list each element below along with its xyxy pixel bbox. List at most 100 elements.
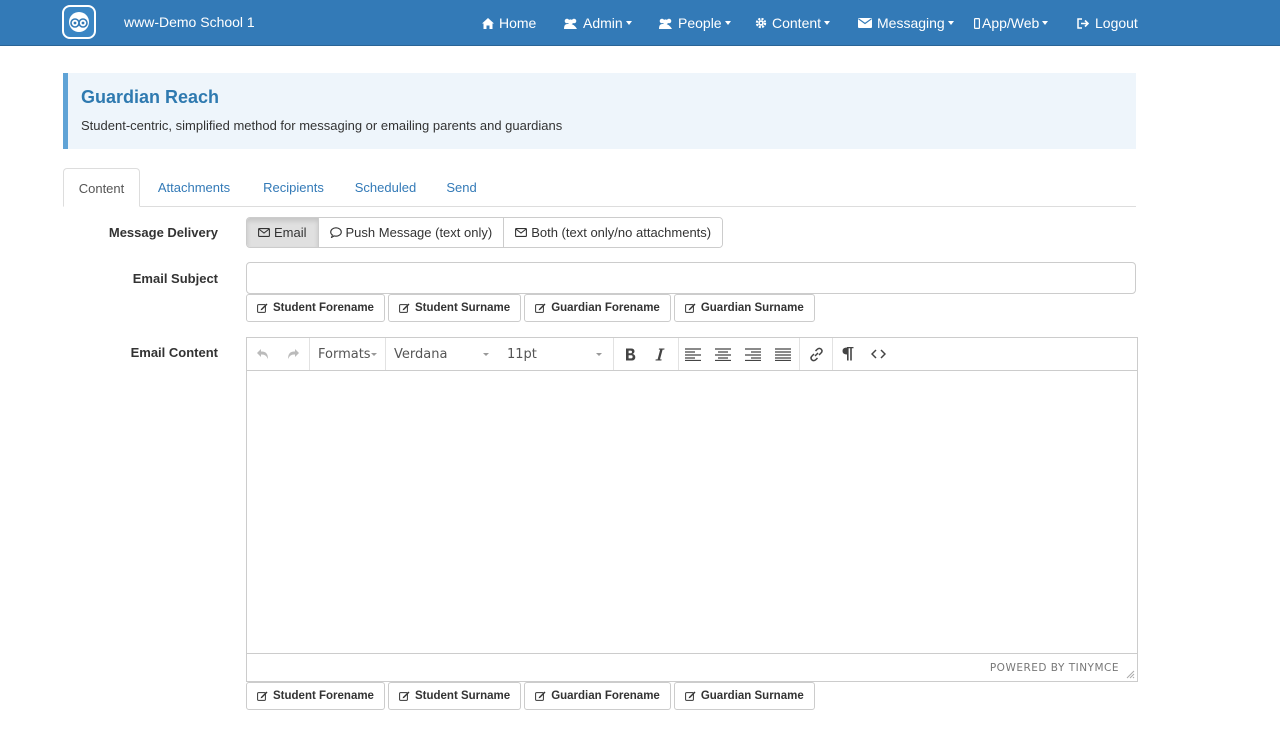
- nav-logout-label: Logout: [1095, 15, 1138, 31]
- school-logo-icon[interactable]: [62, 5, 96, 39]
- subject-token-student-forename[interactable]: Student Forename: [246, 294, 385, 322]
- tab-attachments[interactable]: Attachments: [146, 168, 242, 207]
- nav-admin-label: Admin: [583, 15, 623, 31]
- resize-handle-icon[interactable]: [1125, 669, 1135, 679]
- edit-icon: [399, 691, 410, 701]
- align-right-icon: [745, 347, 761, 361]
- align-justify-button[interactable]: [771, 343, 795, 365]
- italic-icon: [655, 348, 665, 360]
- nav-home-label: Home: [499, 15, 537, 31]
- chevron-down-icon: [596, 353, 602, 356]
- logout-icon: [1077, 17, 1090, 29]
- tab-send[interactable]: Send: [436, 168, 487, 207]
- message-delivery-label: Message Delivery: [108, 225, 218, 240]
- edit-icon: [257, 303, 268, 313]
- paragraph-icon: [842, 347, 854, 361]
- gear-icon: [755, 17, 767, 29]
- token-label: Guardian Surname: [700, 690, 804, 702]
- page-title: Guardian Reach: [81, 87, 220, 107]
- home-icon: [482, 17, 494, 29]
- nav-app-web-label: App/Web: [982, 15, 1040, 31]
- token-label: Student Surname: [414, 690, 511, 702]
- source-code-button[interactable]: [866, 343, 890, 365]
- italic-button[interactable]: [648, 343, 672, 365]
- code-icon: [870, 349, 886, 359]
- content-token-student-surname[interactable]: Student Surname: [387, 682, 522, 710]
- content-token-row: Student Forename Student Surname Guardia…: [246, 682, 818, 710]
- tab-content[interactable]: Content: [63, 168, 140, 207]
- comment-icon: [329, 227, 342, 238]
- token-label: Student Surname: [414, 302, 511, 314]
- show-blocks-button[interactable]: [836, 343, 860, 365]
- email-content-label: Email Content: [130, 345, 218, 360]
- content-token-guardian-surname[interactable]: Guardian Surname: [673, 682, 815, 710]
- content-token-student-forename[interactable]: Student Forename: [246, 682, 385, 710]
- delivery-both-button[interactable]: Both (text only/no attachments): [504, 218, 723, 247]
- bold-button[interactable]: [618, 343, 642, 365]
- envelope-icon: [258, 228, 270, 237]
- align-left-icon: [685, 347, 701, 361]
- envelope-icon: [515, 228, 528, 237]
- tab-scheduled[interactable]: Scheduled: [345, 168, 426, 207]
- chevron-down-icon: [824, 21, 831, 25]
- align-left-button[interactable]: [681, 343, 705, 365]
- edit-icon: [684, 691, 696, 701]
- nav-home[interactable]: Home: [482, 0, 536, 46]
- chevron-down-icon: [371, 353, 377, 356]
- nav-content[interactable]: Content: [755, 0, 831, 46]
- delivery-button-group: Email Push Message (text only) Both (tex…: [246, 217, 724, 248]
- page-header-panel: Guardian Reach Student-centric, simplifi…: [63, 73, 1136, 149]
- delivery-push-label: Push Message (text only): [345, 225, 493, 240]
- delivery-email-button[interactable]: Email: [247, 218, 319, 247]
- nav-people[interactable]: People: [658, 0, 731, 46]
- redo-button[interactable]: [281, 343, 305, 365]
- subject-token-guardian-forename[interactable]: Guardian Forename: [524, 294, 671, 322]
- redo-icon: [288, 349, 299, 359]
- email-content-editor[interactable]: Formats Verdana 11pt POWERED BY TINYMCE: [246, 337, 1138, 682]
- token-label: Student Forename: [273, 302, 374, 314]
- align-right-button[interactable]: [741, 343, 765, 365]
- editor-toolbar: Formats Verdana 11pt: [247, 338, 1137, 371]
- align-justify-icon: [775, 347, 791, 361]
- align-center-icon: [715, 347, 731, 361]
- bold-icon: [625, 348, 635, 360]
- nav-logout[interactable]: Logout: [1077, 0, 1138, 46]
- edit-icon: [257, 691, 268, 701]
- nav-messaging-label: Messaging: [877, 15, 945, 31]
- envelope-icon: [858, 18, 872, 28]
- delivery-both-label: Both (text only/no attachments): [531, 225, 712, 240]
- edit-icon: [535, 303, 546, 313]
- formats-dropdown[interactable]: Formats: [318, 347, 371, 362]
- subject-token-row: Student Forename Student Surname Guardia…: [246, 294, 818, 322]
- email-subject-input[interactable]: [246, 262, 1136, 294]
- align-center-button[interactable]: [711, 343, 735, 365]
- edit-icon: [399, 303, 410, 313]
- undo-button[interactable]: [251, 343, 275, 365]
- nav-app-web[interactable]: App/Web: [974, 0, 1049, 46]
- delivery-push-button[interactable]: Push Message (text only): [318, 218, 505, 247]
- link-button[interactable]: [804, 343, 828, 365]
- delivery-email-label: Email: [274, 225, 307, 240]
- tab-recipients[interactable]: Recipients: [252, 168, 335, 207]
- subject-token-guardian-surname[interactable]: Guardian Surname: [673, 294, 815, 322]
- powered-by-tinymce[interactable]: POWERED BY TINYMCE: [990, 662, 1119, 674]
- subject-token-student-surname[interactable]: Student Surname: [387, 294, 522, 322]
- editor-statusbar: POWERED BY TINYMCE: [247, 653, 1137, 681]
- edit-icon: [684, 303, 696, 313]
- brand-name[interactable]: www-Demo School 1: [124, 14, 255, 30]
- users-icon: [659, 18, 672, 29]
- content-token-guardian-forename[interactable]: Guardian Forename: [524, 682, 671, 710]
- chevron-down-icon: [947, 21, 954, 25]
- undo-icon: [257, 349, 268, 359]
- page-subtitle: Student-centric, simplified method for m…: [81, 118, 563, 133]
- nav-messaging[interactable]: Messaging: [858, 0, 954, 46]
- chevron-down-icon: [483, 353, 489, 356]
- font-size-dropdown[interactable]: 11pt: [507, 347, 537, 362]
- email-subject-label: Email Subject: [132, 271, 218, 286]
- nav-people-label: People: [678, 15, 722, 31]
- nav-admin[interactable]: Admin: [563, 0, 632, 46]
- font-family-dropdown[interactable]: Verdana: [394, 347, 447, 362]
- chevron-down-icon: [1042, 21, 1049, 25]
- mobile-icon: [974, 17, 980, 29]
- nav-content-label: Content: [772, 15, 822, 31]
